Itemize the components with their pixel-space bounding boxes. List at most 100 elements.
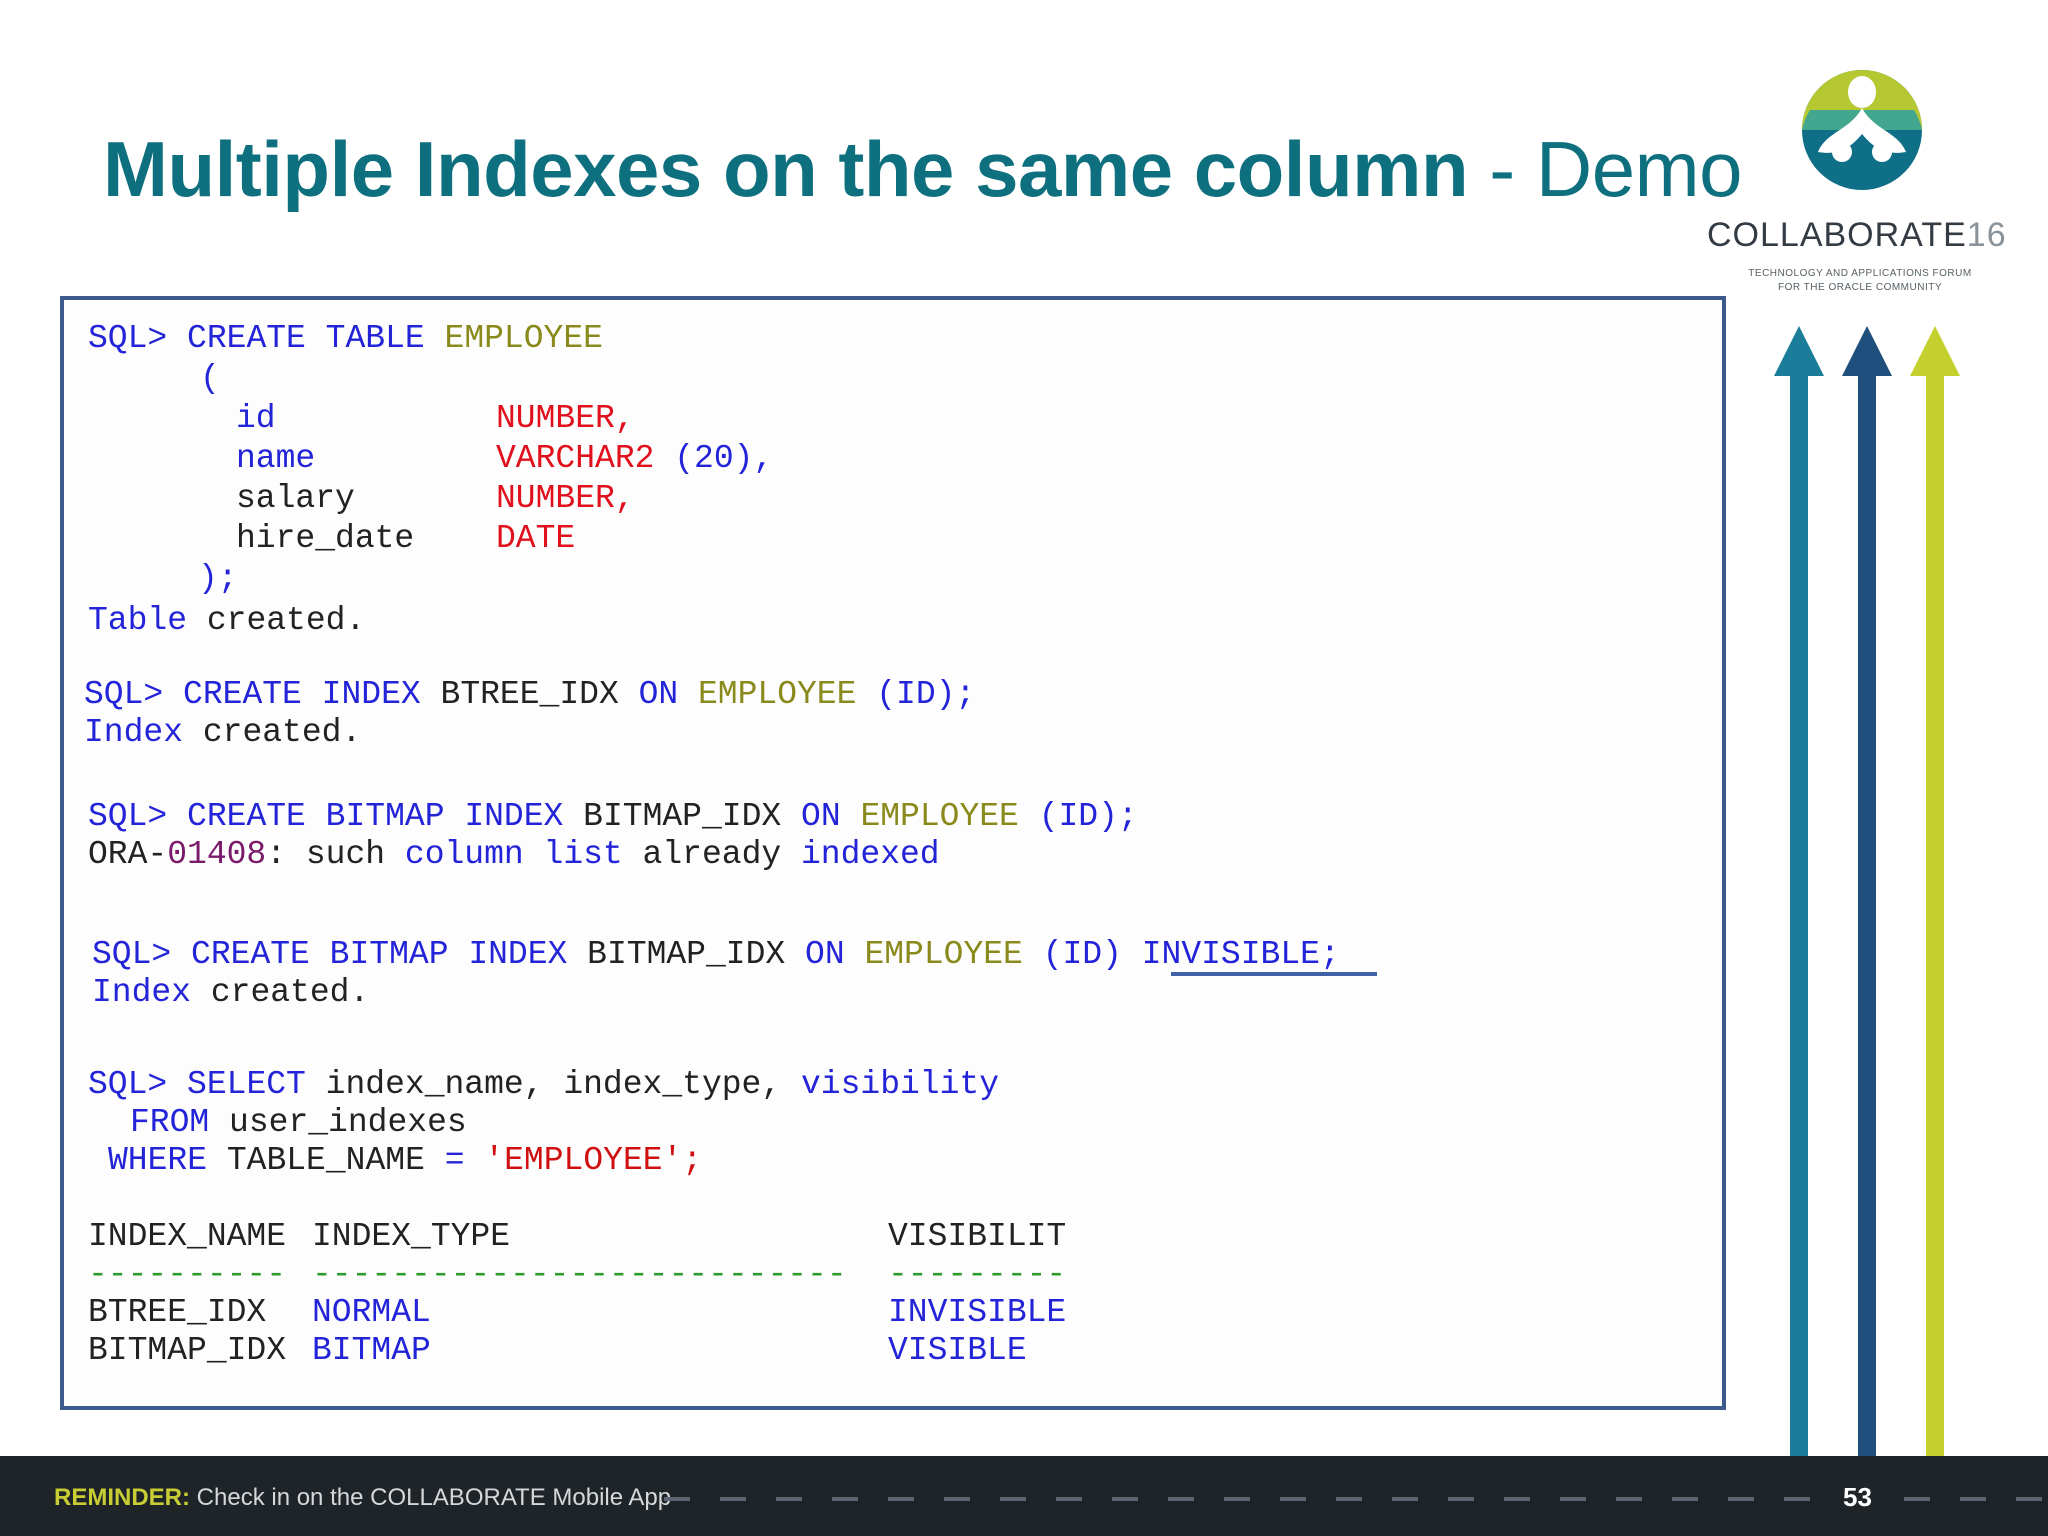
column-def-name: name xyxy=(236,440,315,478)
open-paren-text: ( xyxy=(200,360,220,397)
collaborate-emblem-icon xyxy=(1802,70,1922,190)
error-prefix: ORA- xyxy=(88,836,168,873)
kw-create: CREATE xyxy=(187,320,306,357)
table-name: EMPLOYEE xyxy=(697,676,857,713)
kw-select: SELECT xyxy=(187,1066,306,1103)
result-row-visibility: VISIBLE xyxy=(888,1332,1027,1369)
result-row-visibility: INVISIBLE xyxy=(888,1294,1067,1331)
sql-prompt: SQL> xyxy=(92,936,172,973)
kw-bitmap: BITMAP xyxy=(325,798,445,835)
footer-bar: REMINDER: Check in on the COLLABORATE Mo… xyxy=(0,1456,2048,1536)
error-text: already xyxy=(642,836,782,873)
column-type-name: VARCHAR2 (20), xyxy=(496,440,773,478)
kw-on: ON xyxy=(638,676,679,713)
error-text: indexed xyxy=(800,836,940,873)
column-type-id: NUMBER, xyxy=(496,400,635,438)
footer-reminder: REMINDER: Check in on the COLLABORATE Mo… xyxy=(54,1484,671,1512)
table-name: EMPLOYEE xyxy=(860,798,1019,835)
kw-where: WHERE xyxy=(108,1142,208,1179)
kw-on: ON xyxy=(805,936,845,973)
column-def-id: id xyxy=(236,400,276,438)
result-separator: --------------------------- xyxy=(312,1256,847,1293)
arrow-up-icon xyxy=(1910,326,1960,1460)
result-separator: --------- xyxy=(888,1256,1067,1293)
close-paren: ); xyxy=(198,560,238,598)
column-type: NUMBER, xyxy=(496,480,635,517)
result-header-index-name: INDEX_NAME xyxy=(88,1218,287,1255)
kw-bitmap: BITMAP xyxy=(329,936,449,973)
table-name: EMPLOYEE xyxy=(444,320,603,357)
column-def-hire-date: hire_date xyxy=(236,520,414,558)
arrow-up-icon xyxy=(1774,326,1824,1460)
kw-on: ON xyxy=(801,798,841,835)
result-word: created. xyxy=(206,602,366,639)
result-row-index-type: BITMAP xyxy=(312,1332,431,1369)
column-type: NUMBER, xyxy=(496,400,635,437)
sql-code-panel: SQL> CREATE TABLE EMPLOYEE ( id NUMBER, … xyxy=(60,296,1726,1410)
column-type: DATE xyxy=(496,520,576,557)
create-btree-index-statement: SQL> CREATE INDEX BTREE_IDX ON EMPLOYEE … xyxy=(84,676,975,714)
decorative-arrows xyxy=(1774,326,1960,1460)
result-header-visibility: VISIBILIT xyxy=(888,1218,1067,1255)
create-table-statement: SQL> CREATE TABLE EMPLOYEE xyxy=(88,320,603,358)
error-text: column list xyxy=(404,836,623,873)
btree-index-created-message: Index created. xyxy=(84,714,361,752)
sql-prompt: SQL> xyxy=(88,798,168,835)
column-list: (ID) xyxy=(1042,936,1122,973)
bitmap-index-created-message: Index created. xyxy=(92,974,369,1012)
select-column: index_name, xyxy=(325,1066,544,1103)
arrow-up-icon xyxy=(1842,326,1892,1460)
kw-index: INDEX xyxy=(464,798,564,835)
column-name: salary xyxy=(236,480,355,517)
string-literal: 'EMPLOYEE'; xyxy=(484,1142,703,1179)
result-row-index-name: BTREE_IDX xyxy=(88,1294,267,1331)
where-column: TABLE_NAME xyxy=(226,1142,425,1179)
select-column: index_type, xyxy=(563,1066,782,1103)
reminder-text: Check in on the COLLABORATE Mobile App xyxy=(190,1484,672,1511)
column-def-salary: salary xyxy=(236,480,355,518)
index-name: BITMAP_IDX xyxy=(583,798,782,835)
table-name: EMPLOYEE xyxy=(864,936,1023,973)
column-list: (ID); xyxy=(876,676,976,713)
page-number: 53 xyxy=(1843,1482,1872,1512)
column-name: hire_date xyxy=(236,520,415,557)
reminder-label: REMINDER: xyxy=(54,1484,190,1511)
result-row-index-type: NORMAL xyxy=(312,1294,431,1331)
table-created-message: Table created. xyxy=(88,602,365,640)
error-code: 01408 xyxy=(167,836,267,873)
kw-invisible: INVISIBLE; xyxy=(1141,936,1340,973)
result-word: Index xyxy=(92,974,192,1011)
result-header-index-type: INDEX_TYPE xyxy=(312,1218,511,1255)
select-column: visibility xyxy=(800,1066,1000,1103)
sql-prompt: SQL> xyxy=(88,1066,168,1103)
invisible-keyword-underline xyxy=(1171,972,1377,976)
result-word: Table xyxy=(88,602,188,639)
column-type-salary: NUMBER, xyxy=(496,480,635,518)
kw-create: CREATE xyxy=(187,798,306,835)
kw-from: FROM xyxy=(130,1104,210,1141)
kw-index: INDEX xyxy=(468,936,568,973)
open-paren: ( xyxy=(200,360,220,398)
slide-title-main: Multiple Indexes on the same column xyxy=(103,125,1469,213)
logo-brand-number: 16 xyxy=(1966,216,2007,254)
column-list: (ID); xyxy=(1038,798,1138,835)
kw-create: CREATE xyxy=(183,676,302,713)
kw-table: TABLE xyxy=(325,320,425,357)
index-name: BTREE_IDX xyxy=(440,676,619,713)
index-name: BITMAP_IDX xyxy=(587,936,786,973)
footer-dash-line xyxy=(664,1497,2048,1501)
select-statement-line-3: WHERE TABLE_NAME = 'EMPLOYEE'; xyxy=(108,1142,702,1180)
column-name: id xyxy=(236,400,276,437)
collaborate-logo: COLLABORATE16 TECHNOLOGY AND APPLICATION… xyxy=(1700,70,2020,310)
select-statement-line-2: FROM user_indexes xyxy=(130,1104,467,1142)
result-row-index-name: BITMAP_IDX xyxy=(88,1332,287,1369)
logo-tagline-2: FOR THE ORACLE COMMUNITY xyxy=(1777,282,1943,293)
column-size: (20), xyxy=(674,440,774,477)
kw-index: INDEX xyxy=(321,676,421,713)
close-paren-text: ); xyxy=(198,560,238,597)
sql-prompt: SQL> xyxy=(88,320,168,357)
column-type: VARCHAR2 xyxy=(496,440,655,477)
result-word: Index xyxy=(84,714,184,751)
kw-create: CREATE xyxy=(191,936,310,973)
logo-wordmark: COLLABORATE16 xyxy=(1707,216,2007,255)
